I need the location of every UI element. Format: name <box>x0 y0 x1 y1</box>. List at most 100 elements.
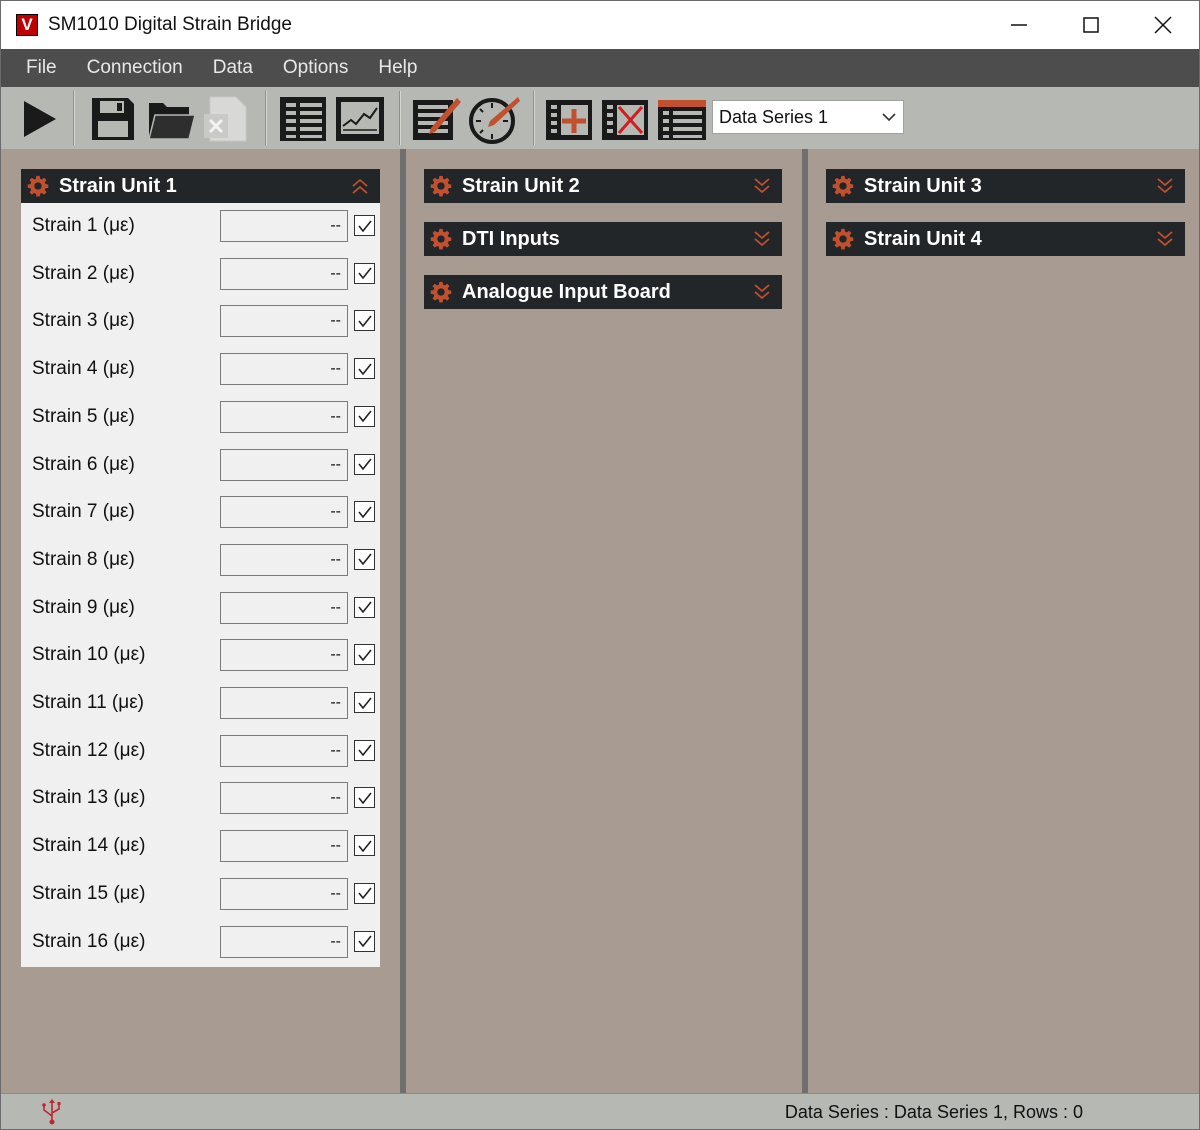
menu-options[interactable]: Options <box>268 57 363 79</box>
strain-enable-checkbox[interactable] <box>354 310 375 332</box>
strain-label: Strain 3 (με) <box>32 310 135 332</box>
strain-row: Strain 2 (με) -- <box>21 251 380 299</box>
gear-icon[interactable] <box>832 228 854 250</box>
checkmark-icon <box>357 267 372 280</box>
maximize-button[interactable] <box>1055 1 1127 49</box>
table-icon <box>658 100 706 140</box>
app-window: V SM1010 Digital Strain Bridge File Conn… <box>0 0 1200 1130</box>
table-button[interactable] <box>655 93 709 145</box>
edit-table-button[interactable] <box>409 93 463 145</box>
expand-chevron-icon[interactable] <box>752 282 772 302</box>
edit-table-icon <box>413 98 461 140</box>
gear-icon[interactable] <box>832 175 854 197</box>
expand-chevron-icon[interactable] <box>1155 229 1175 249</box>
strain-value-field[interactable]: -- <box>220 210 348 242</box>
expand-chevron-icon[interactable] <box>752 229 772 249</box>
strain-enable-checkbox[interactable] <box>354 453 375 475</box>
panel-body-strain-unit-1: Strain 1 (με) -- Strain 2 (με) -- Strain 3 (… <box>21 203 380 967</box>
strain-enable-checkbox[interactable] <box>354 501 375 523</box>
panel-header-strain-unit-1[interactable]: Strain Unit 1 <box>21 169 380 203</box>
strain-enable-checkbox[interactable] <box>354 548 375 570</box>
expand-chevron-icon[interactable] <box>752 176 772 196</box>
export-excel-button[interactable] <box>201 93 251 145</box>
strain-value-field[interactable]: -- <box>220 543 348 576</box>
add-column-icon <box>546 100 592 140</box>
strain-enable-checkbox[interactable] <box>354 882 375 904</box>
strain-value-field[interactable]: -- <box>220 639 348 672</box>
strain-value-field[interactable]: -- <box>220 782 348 815</box>
menu-bar: File Connection Data Options Help <box>1 49 1199 87</box>
strain-enable-checkbox[interactable] <box>354 739 375 761</box>
checkmark-icon <box>357 887 372 900</box>
strain-value-field[interactable]: -- <box>220 257 348 290</box>
strain-enable-checkbox[interactable] <box>354 930 375 952</box>
strain-enable-checkbox[interactable] <box>354 215 375 236</box>
strain-value-field[interactable]: -- <box>220 591 348 624</box>
menu-connection[interactable]: Connection <box>72 57 198 79</box>
strain-label: Strain 13 (με) <box>32 787 146 809</box>
data-series-dropdown[interactable]: Data Series 1 <box>712 100 904 134</box>
strain-value-field[interactable]: -- <box>220 496 348 529</box>
strain-row: Strain 3 (με) -- <box>21 298 380 346</box>
panel-header-analogue-input-board[interactable]: Analogue Input Board <box>424 275 782 309</box>
save-button[interactable] <box>87 93 139 145</box>
strain-enable-checkbox[interactable] <box>354 787 375 809</box>
gear-icon[interactable] <box>27 175 49 197</box>
strain-enable-checkbox[interactable] <box>354 262 375 284</box>
toolbar-separator <box>399 91 401 145</box>
strain-enable-checkbox[interactable] <box>354 644 375 666</box>
strain-row: Strain 5 (με) -- <box>21 394 380 442</box>
strain-value-field[interactable]: -- <box>220 448 348 481</box>
checkmark-icon <box>357 792 372 805</box>
strain-enable-checkbox[interactable] <box>354 358 375 380</box>
gauge-button[interactable] <box>465 93 521 145</box>
strain-enable-checkbox[interactable] <box>354 405 375 427</box>
strain-row: Strain 11 (με) -- <box>21 680 380 728</box>
menu-file[interactable]: File <box>1 57 72 79</box>
delete-column-button[interactable] <box>599 93 651 145</box>
strain-row: Strain 9 (με) -- <box>21 585 380 633</box>
table-view-button[interactable] <box>277 93 329 145</box>
strain-value-field[interactable]: -- <box>220 925 348 958</box>
checkmark-icon <box>357 553 372 566</box>
open-button[interactable] <box>145 93 197 145</box>
strain-row: Strain 14 (με) -- <box>21 823 380 871</box>
close-button[interactable] <box>1127 1 1199 49</box>
minimize-button[interactable] <box>983 1 1055 49</box>
strain-label: Strain 1 (με) <box>32 215 135 236</box>
add-column-button[interactable] <box>543 93 595 145</box>
menu-data[interactable]: Data <box>198 57 268 79</box>
panel-header-strain-unit-3[interactable]: Strain Unit 3 <box>826 169 1185 203</box>
window-controls <box>983 1 1199 49</box>
panel-header-strain-unit-2[interactable]: Strain Unit 2 <box>424 169 782 203</box>
panel-title: Strain Unit 3 <box>864 174 982 197</box>
gear-icon[interactable] <box>430 175 452 197</box>
strain-value-field[interactable]: -- <box>220 687 348 719</box>
strain-value-field[interactable]: -- <box>220 400 348 433</box>
strain-enable-checkbox[interactable] <box>354 596 375 618</box>
strain-row: Strain 7 (με) -- <box>21 489 380 537</box>
play-button[interactable] <box>17 93 63 145</box>
collapse-chevron-icon[interactable] <box>350 176 370 196</box>
strain-label: Strain 7 (με) <box>32 501 135 523</box>
checkmark-icon <box>357 697 372 709</box>
strain-enable-checkbox[interactable] <box>354 692 375 713</box>
panel-header-strain-unit-4[interactable]: Strain Unit 4 <box>826 222 1185 256</box>
checkmark-icon <box>357 220 372 232</box>
panel-header-dti-inputs[interactable]: DTI Inputs <box>424 222 782 256</box>
gear-icon[interactable] <box>430 281 452 303</box>
usb-icon <box>42 1099 61 1125</box>
chart-view-button[interactable] <box>333 93 387 145</box>
strain-value-field[interactable]: -- <box>220 734 348 767</box>
strain-enable-checkbox[interactable] <box>354 835 375 857</box>
checkmark-icon <box>357 935 372 948</box>
strain-value-field[interactable]: -- <box>220 353 348 386</box>
expand-chevron-icon[interactable] <box>1155 176 1175 196</box>
strain-value-field[interactable]: -- <box>220 830 348 863</box>
gear-icon[interactable] <box>430 228 452 250</box>
menu-help[interactable]: Help <box>363 57 432 79</box>
strain-value-field[interactable]: -- <box>220 305 348 338</box>
panel-title: Analogue Input Board <box>462 280 671 303</box>
strain-value-field[interactable]: -- <box>220 877 348 910</box>
strain-label: Strain 12 (με) <box>32 739 146 761</box>
